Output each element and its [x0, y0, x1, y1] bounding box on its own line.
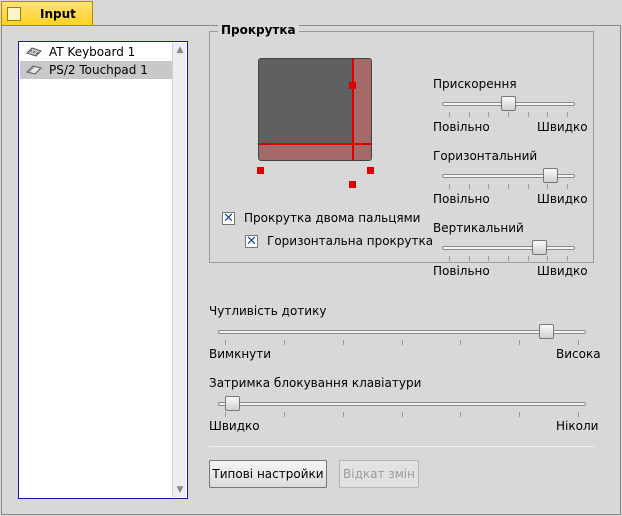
horizontal-zone-left-handle[interactable]	[257, 167, 264, 174]
keyboard-icon	[26, 47, 42, 57]
sensitivity-label: Чутливість дотику	[209, 304, 327, 318]
slider-tick	[547, 184, 548, 189]
slider-ticks	[442, 112, 575, 117]
touchpad-area-preview[interactable]	[258, 58, 372, 161]
slider-ticks	[218, 412, 586, 417]
revert-button[interactable]: Відкат змін	[339, 460, 419, 488]
vertical-speed-label: Вертикальний	[433, 221, 524, 235]
slider-tick	[578, 340, 579, 345]
acceleration-max-label: Швидко	[537, 120, 588, 134]
two-finger-scroll-label: Прокрутка двома пальцями	[244, 211, 421, 225]
check-icon[interactable]: ✕	[222, 212, 235, 225]
slider-tick	[469, 112, 470, 117]
slider-tick	[547, 256, 548, 261]
device-label: AT Keyboard 1	[49, 45, 136, 59]
slider-track[interactable]	[442, 246, 575, 250]
slider-tick	[508, 256, 509, 261]
vertical-speed-max-label: Швидко	[537, 264, 588, 278]
slider-track[interactable]	[218, 330, 586, 334]
device-list[interactable]: AT Keyboard 1 PS/2 Touchpad 1 ▲ ▼	[18, 41, 188, 499]
horizontal-speed-min-label: Повільно	[433, 192, 490, 206]
window-icon	[7, 7, 21, 21]
scroll-up-icon[interactable]: ▲	[175, 45, 185, 55]
slider-tick	[469, 184, 470, 189]
defaults-button[interactable]: Типові настройки	[209, 460, 327, 488]
list-item-touchpad[interactable]: PS/2 Touchpad 1	[20, 61, 173, 79]
slider-thumb[interactable]	[539, 324, 554, 339]
slider-tick	[567, 112, 568, 117]
slider-tick	[343, 340, 344, 345]
horizontal-speed-max-label: Швидко	[537, 192, 588, 206]
slider-tick	[449, 256, 450, 261]
acceleration-label: Прискорення	[433, 77, 517, 91]
keyboard-lock-delay-slider[interactable]	[218, 396, 586, 417]
slider-tick	[284, 412, 285, 417]
slider-tick	[284, 340, 285, 345]
vertical-speed-min-label: Повільно	[433, 264, 490, 278]
slider-ticks	[218, 340, 586, 345]
check-icon[interactable]: ✕	[245, 235, 258, 248]
slider-tick	[488, 184, 489, 189]
slider-tick	[528, 184, 529, 189]
slider-tick	[567, 184, 568, 189]
slider-thumb[interactable]	[532, 240, 547, 255]
tab-input[interactable]: Input	[1, 1, 93, 26]
keyboard-lock-max-label: Ніколи	[556, 419, 599, 433]
two-finger-scroll-checkbox[interactable]: ✕ Прокрутка двома пальцями	[222, 211, 420, 227]
scrolling-group-title: Прокрутка	[218, 23, 299, 37]
slider-ticks	[442, 184, 575, 189]
list-item-keyboard[interactable]: AT Keyboard 1	[20, 43, 173, 61]
slider-tick	[402, 340, 403, 345]
slider-tick	[508, 184, 509, 189]
horizontal-speed-label: Горизонтальний	[433, 149, 538, 163]
slider-track[interactable]	[218, 402, 586, 406]
slider-tick	[547, 112, 548, 117]
acceleration-slider[interactable]	[442, 96, 575, 117]
slider-tick	[508, 112, 509, 117]
slider-tick	[519, 340, 520, 345]
slider-tick	[460, 412, 461, 417]
keyboard-lock-min-label: Швидко	[209, 419, 260, 433]
tab-strip: Input	[0, 0, 622, 26]
touchpad-icon	[26, 65, 42, 75]
slider-tick	[488, 256, 489, 261]
sensitivity-min-label: Вимкнути	[209, 347, 272, 361]
slider-tick	[449, 184, 450, 189]
vertical-speed-slider[interactable]	[442, 240, 575, 261]
slider-tick	[469, 256, 470, 261]
slider-tick	[528, 256, 529, 261]
slider-tick	[460, 340, 461, 345]
vertical-zone-top-handle[interactable]	[349, 82, 356, 89]
horizontal-speed-slider[interactable]	[442, 168, 575, 189]
horizontal-zone-right-handle[interactable]	[367, 167, 374, 174]
slider-thumb[interactable]	[543, 168, 558, 183]
sensitivity-slider[interactable]	[218, 324, 586, 345]
list-scrollbar[interactable]: ▲ ▼	[172, 43, 186, 497]
slider-tick	[488, 112, 489, 117]
slider-thumb[interactable]	[225, 396, 240, 411]
slider-tick	[578, 412, 579, 417]
slider-ticks	[442, 256, 575, 261]
horizontal-scroll-checkbox[interactable]: ✕ Горизонтальна прокрутка	[245, 234, 433, 250]
scroll-down-icon[interactable]: ▼	[175, 485, 185, 495]
tab-title: Input	[40, 7, 76, 21]
sensitivity-max-label: Висока	[556, 347, 601, 361]
slider-tick	[567, 256, 568, 261]
horizontal-scroll-label: Горизонтальна прокрутка	[267, 234, 434, 248]
keyboard-lock-delay-label: Затримка блокування клавіатури	[209, 376, 422, 390]
slider-thumb[interactable]	[501, 96, 516, 111]
slider-tick	[528, 112, 529, 117]
horizontal-scroll-zone	[259, 144, 371, 160]
slider-tick	[519, 412, 520, 417]
slider-tick	[225, 340, 226, 345]
separator	[209, 446, 594, 447]
device-label: PS/2 Touchpad 1	[49, 63, 148, 77]
slider-tick	[225, 412, 226, 417]
acceleration-min-label: Повільно	[433, 120, 490, 134]
slider-tick	[449, 112, 450, 117]
horizontal-zone-line[interactable]	[259, 143, 372, 145]
vertical-zone-bottom-handle[interactable]	[349, 181, 356, 188]
slider-tick	[343, 412, 344, 417]
slider-tick	[402, 412, 403, 417]
